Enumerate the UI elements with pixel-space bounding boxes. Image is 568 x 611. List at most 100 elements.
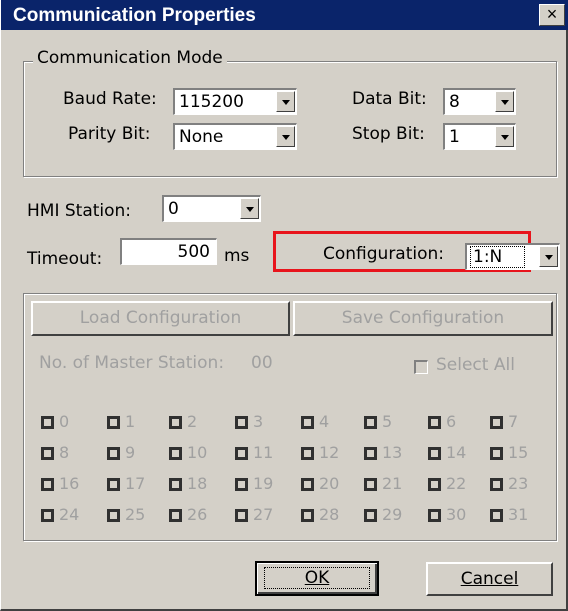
load-configuration-button[interactable]: Load Configuration bbox=[31, 301, 290, 336]
select-all-label: Select All bbox=[436, 355, 515, 375]
station-checkbox-label: 22 bbox=[446, 474, 467, 493]
station-checkbox[interactable] bbox=[41, 447, 54, 460]
station-checkbox[interactable] bbox=[41, 416, 54, 429]
station-checkbox-label: 1 bbox=[125, 412, 136, 431]
station-checkbox[interactable] bbox=[428, 478, 441, 491]
ok-button[interactable]: OK bbox=[255, 561, 379, 596]
data-bit-select[interactable]: 8 bbox=[443, 88, 516, 115]
station-checkbox[interactable] bbox=[428, 416, 441, 429]
timeout-input[interactable]: 500 bbox=[120, 238, 217, 265]
data-bit-dropdown-button[interactable] bbox=[495, 91, 514, 112]
station-checkbox[interactable] bbox=[301, 447, 314, 460]
load-configuration-label: Load Configuration bbox=[79, 308, 242, 328]
configuration-dropdown-button[interactable] bbox=[539, 246, 558, 267]
station-checkbox[interactable] bbox=[490, 509, 503, 522]
chevron-down-icon bbox=[501, 135, 509, 140]
station-checkbox[interactable] bbox=[301, 416, 314, 429]
station-checkbox[interactable] bbox=[428, 447, 441, 460]
dialog-window: Communication Properties × Communication… bbox=[0, 0, 568, 611]
save-configuration-button[interactable]: Save Configuration bbox=[293, 301, 553, 336]
station-checkbox[interactable] bbox=[301, 509, 314, 522]
timeout-label: Timeout: bbox=[27, 249, 103, 269]
select-all-checkbox[interactable] bbox=[414, 360, 428, 374]
station-checkbox[interactable] bbox=[169, 509, 182, 522]
hmi-station-label: HMI Station: bbox=[27, 201, 132, 221]
station-checkbox-label: 28 bbox=[319, 505, 340, 524]
chevron-down-icon bbox=[282, 100, 290, 105]
station-checkbox-label: 11 bbox=[253, 443, 274, 462]
baud-rate-dropdown-button[interactable] bbox=[276, 91, 295, 112]
station-checkbox-label: 5 bbox=[382, 412, 393, 431]
stop-bit-label: Stop Bit: bbox=[352, 124, 425, 144]
cancel-label: Cancel bbox=[460, 569, 519, 589]
parity-bit-dropdown-button[interactable] bbox=[276, 126, 295, 147]
station-checkbox[interactable] bbox=[107, 478, 120, 491]
data-bit-value: 8 bbox=[449, 92, 460, 112]
cancel-button[interactable]: Cancel bbox=[426, 562, 553, 596]
station-checkbox[interactable] bbox=[490, 447, 503, 460]
dialog-title: Communication Properties bbox=[13, 5, 256, 26]
station-checkbox[interactable] bbox=[169, 416, 182, 429]
station-checkbox-label: 26 bbox=[187, 505, 208, 524]
configuration-select[interactable]: 1:N bbox=[465, 243, 560, 270]
communication-mode-group bbox=[23, 61, 557, 177]
station-checkbox-label: 19 bbox=[253, 474, 274, 493]
station-checkbox-label: 31 bbox=[508, 505, 529, 524]
station-checkbox[interactable] bbox=[169, 478, 182, 491]
close-button[interactable]: × bbox=[539, 4, 565, 26]
station-checkbox-label: 2 bbox=[187, 412, 198, 431]
parity-bit-select[interactable]: None bbox=[173, 123, 297, 150]
stop-bit-value: 1 bbox=[449, 127, 460, 147]
station-checkbox[interactable] bbox=[235, 447, 248, 460]
station-checkbox-label: 16 bbox=[59, 474, 80, 493]
station-checkbox[interactable] bbox=[364, 478, 377, 491]
station-checkbox[interactable] bbox=[41, 478, 54, 491]
baud-rate-value: 115200 bbox=[179, 92, 244, 112]
station-checkbox[interactable] bbox=[107, 509, 120, 522]
timeout-unit: ms bbox=[224, 246, 250, 266]
station-checkbox[interactable] bbox=[235, 509, 248, 522]
hmi-station-select[interactable]: 0 bbox=[162, 195, 261, 222]
chevron-down-icon bbox=[501, 100, 509, 105]
station-checkbox-label: 29 bbox=[382, 505, 403, 524]
parity-bit-label: Parity Bit: bbox=[68, 124, 151, 144]
station-checkbox[interactable] bbox=[428, 509, 441, 522]
station-checkbox[interactable] bbox=[490, 416, 503, 429]
station-checkbox-label: 0 bbox=[59, 412, 70, 431]
station-checkbox[interactable] bbox=[364, 416, 377, 429]
station-checkbox[interactable] bbox=[364, 447, 377, 460]
baud-rate-select[interactable]: 115200 bbox=[173, 88, 297, 115]
configuration-value: 1:N bbox=[469, 246, 526, 268]
station-checkbox-label: 30 bbox=[446, 505, 467, 524]
chevron-down-icon bbox=[282, 135, 290, 140]
communication-mode-legend: Communication Mode bbox=[33, 48, 227, 68]
station-checkbox[interactable] bbox=[490, 478, 503, 491]
station-checkbox[interactable] bbox=[235, 416, 248, 429]
station-checkbox-label: 8 bbox=[59, 443, 70, 462]
stop-bit-dropdown-button[interactable] bbox=[495, 126, 514, 147]
station-checkbox-label: 12 bbox=[319, 443, 340, 462]
station-checkbox[interactable] bbox=[169, 447, 182, 460]
configuration-label: Configuration: bbox=[323, 244, 445, 264]
hmi-station-dropdown-button[interactable] bbox=[240, 198, 259, 219]
station-checkbox[interactable] bbox=[235, 478, 248, 491]
station-checkbox[interactable] bbox=[301, 478, 314, 491]
station-checkbox[interactable] bbox=[41, 509, 54, 522]
station-checkbox[interactable] bbox=[364, 509, 377, 522]
station-checkbox-label: 6 bbox=[446, 412, 457, 431]
station-checkbox-label: 4 bbox=[319, 412, 330, 431]
stop-bit-select[interactable]: 1 bbox=[443, 123, 516, 150]
station-checkbox-label: 24 bbox=[59, 505, 80, 524]
title-bar: Communication Properties × bbox=[1, 0, 568, 30]
station-checkbox[interactable] bbox=[107, 416, 120, 429]
station-checkbox[interactable] bbox=[107, 447, 120, 460]
station-checkbox-label: 13 bbox=[382, 443, 403, 462]
chevron-down-icon bbox=[545, 255, 553, 260]
chevron-down-icon bbox=[246, 207, 254, 212]
station-checkbox-label: 18 bbox=[187, 474, 208, 493]
station-checkbox-label: 20 bbox=[319, 474, 340, 493]
station-checkbox-label: 9 bbox=[125, 443, 136, 462]
hmi-station-value: 0 bbox=[168, 199, 179, 219]
parity-bit-value: None bbox=[179, 127, 224, 147]
close-icon: × bbox=[546, 4, 558, 24]
